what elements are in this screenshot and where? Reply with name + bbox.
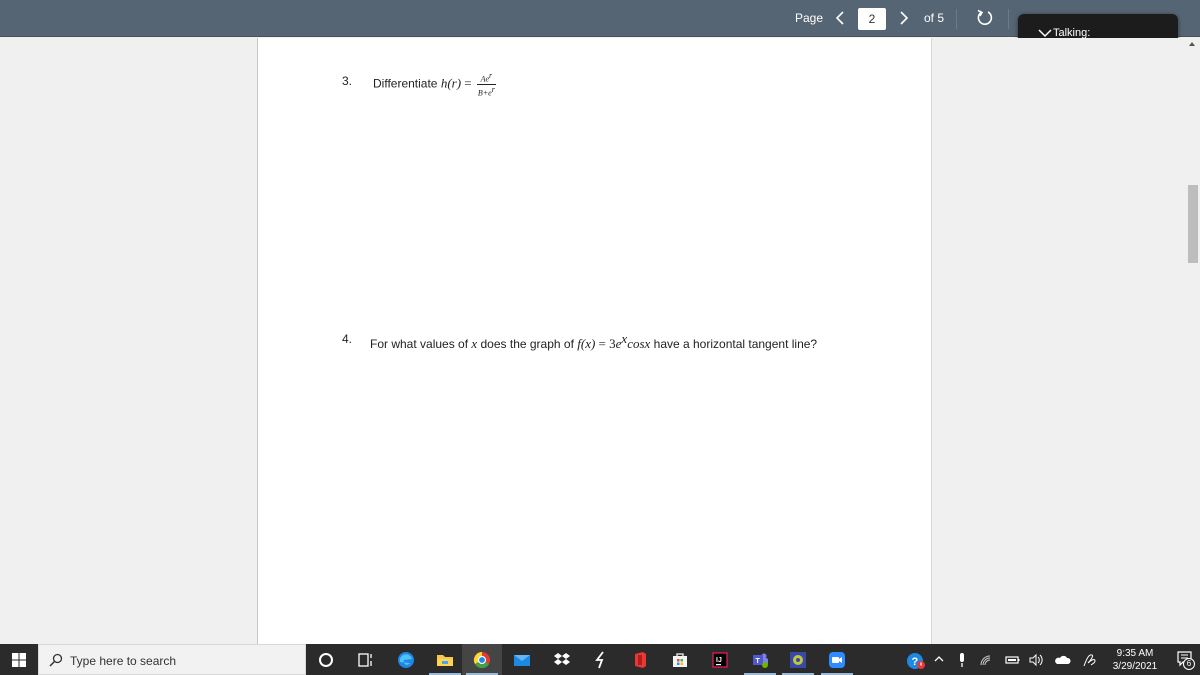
notification-count-badge: 6 [1183,658,1195,670]
trig-term: cosx [627,336,651,351]
taskbar-app-office[interactable] [620,644,660,675]
microphone-icon [960,653,964,667]
lightning-icon [595,651,604,669]
battery-icon [1005,656,1020,664]
question-text: does the graph of [477,337,578,351]
question-text: have a horizontal tangent line? [650,337,818,351]
intellij-icon: IJ [712,652,728,668]
action-center-button[interactable]: 6 [1170,644,1200,675]
taskbar-search-box[interactable]: Type here to search [38,644,306,675]
help-alert-icon: ? [907,653,925,669]
question-text: For what values of [370,337,472,351]
pdf-page: 3. Differentiate h(r) = Aer B+er 4. For w… [257,38,932,644]
scrollbar-thumb[interactable] [1188,185,1198,263]
taskbar-app-gear[interactable] [778,644,818,675]
zoom-icon [829,652,845,668]
tray-onedrive[interactable] [1051,644,1073,675]
taskbar-app-zoom[interactable] [817,644,857,675]
task-view-icon [358,653,372,667]
toolbar-divider [956,9,957,29]
fraction-numerator: Ae [480,74,490,84]
office-icon [635,652,646,668]
taskbar-app-store[interactable] [660,644,700,675]
fraction: Aer B+er [476,71,496,98]
dropbox-icon [554,653,570,665]
wifi-icon [980,655,991,666]
document-viewer: 3. Differentiate h(r) = Aer B+er 4. For w… [0,38,1185,644]
task-view-button[interactable] [346,644,386,675]
next-page-button[interactable] [896,7,912,29]
windows-logo-icon [12,653,26,667]
page-number-input[interactable] [858,8,886,30]
equals-expression: = 3 [595,336,616,351]
tray-volume[interactable] [1025,644,1047,675]
taskbar-app-intellij[interactable]: IJ [700,644,740,675]
taskbar-clock[interactable]: 9:35 AM 3/29/2021 [1100,647,1170,673]
onedrive-cloud-icon [1055,655,1071,664]
rotate-button[interactable] [975,8,995,28]
toolbar-divider [1008,9,1009,29]
function-name: f(x) [577,336,596,351]
search-placeholder: Type here to search [70,654,177,668]
rotate-icon [977,9,993,25]
svg-text:IJ: IJ [716,657,722,664]
volume-icon [1029,653,1043,667]
svg-text:T: T [756,658,761,665]
denominator-exponent: r [491,84,495,94]
previous-page-button[interactable] [832,7,848,29]
pen-workspace-icon [1083,654,1096,667]
folder-icon [437,655,453,666]
taskbar-app-edge[interactable] [386,644,426,675]
page-total-label: of 5 [924,11,945,25]
taskbar-app-teams[interactable]: T [740,644,780,675]
show-hidden-icons-button[interactable] [929,644,951,675]
page-label: Page [795,11,824,25]
cortana-button[interactable] [306,644,346,675]
taskbar-app-mail[interactable] [502,644,542,675]
tray-pen[interactable] [1078,644,1100,675]
clock-time: 9:35 AM [1116,648,1154,659]
edge-icon [398,652,414,668]
taskbar-app-lightning[interactable] [581,644,621,675]
start-button[interactable] [0,644,38,675]
function-name: h(r) [440,75,462,91]
question-number: 3. [342,74,353,88]
tray-help-button[interactable]: ? [903,644,927,675]
chevron-down-icon [1038,29,1052,38]
store-icon [673,653,687,667]
question-number: 4. [342,332,353,346]
search-icon [49,653,63,667]
question-prefix: Differentiate [373,76,441,91]
tray-microphone[interactable] [952,644,974,675]
chrome-icon [473,651,490,669]
chevron-left-icon [835,11,844,25]
chevron-right-icon [900,11,909,25]
taskbar-app-file-explorer[interactable] [425,644,465,675]
teams-icon: T [753,653,768,668]
taskbar-app-chrome[interactable] [462,644,502,675]
cortana-circle-icon [319,653,333,667]
chevron-up-icon [934,656,944,662]
scroll-up-arrow-icon[interactable] [1189,42,1195,46]
fraction-denominator: B+e [477,88,492,98]
mail-icon [514,655,530,666]
equals-sign: = [461,75,475,91]
vertical-scrollbar[interactable] [1185,38,1200,644]
gear-app-icon [790,652,806,668]
windows-taskbar: Type here to search IJ T ? 9:35 AM 3/29/… [0,644,1200,675]
question-3-text: Differentiate h(r) = Aer B+er [373,71,496,97]
question-4-text: For what values of x does the graph of f… [370,331,817,352]
tray-battery[interactable] [1002,644,1024,675]
taskbar-app-dropbox[interactable] [542,644,582,675]
numerator-exponent: r [489,71,493,80]
clock-date: 3/29/2021 [1112,661,1158,672]
tray-network[interactable] [975,644,997,675]
